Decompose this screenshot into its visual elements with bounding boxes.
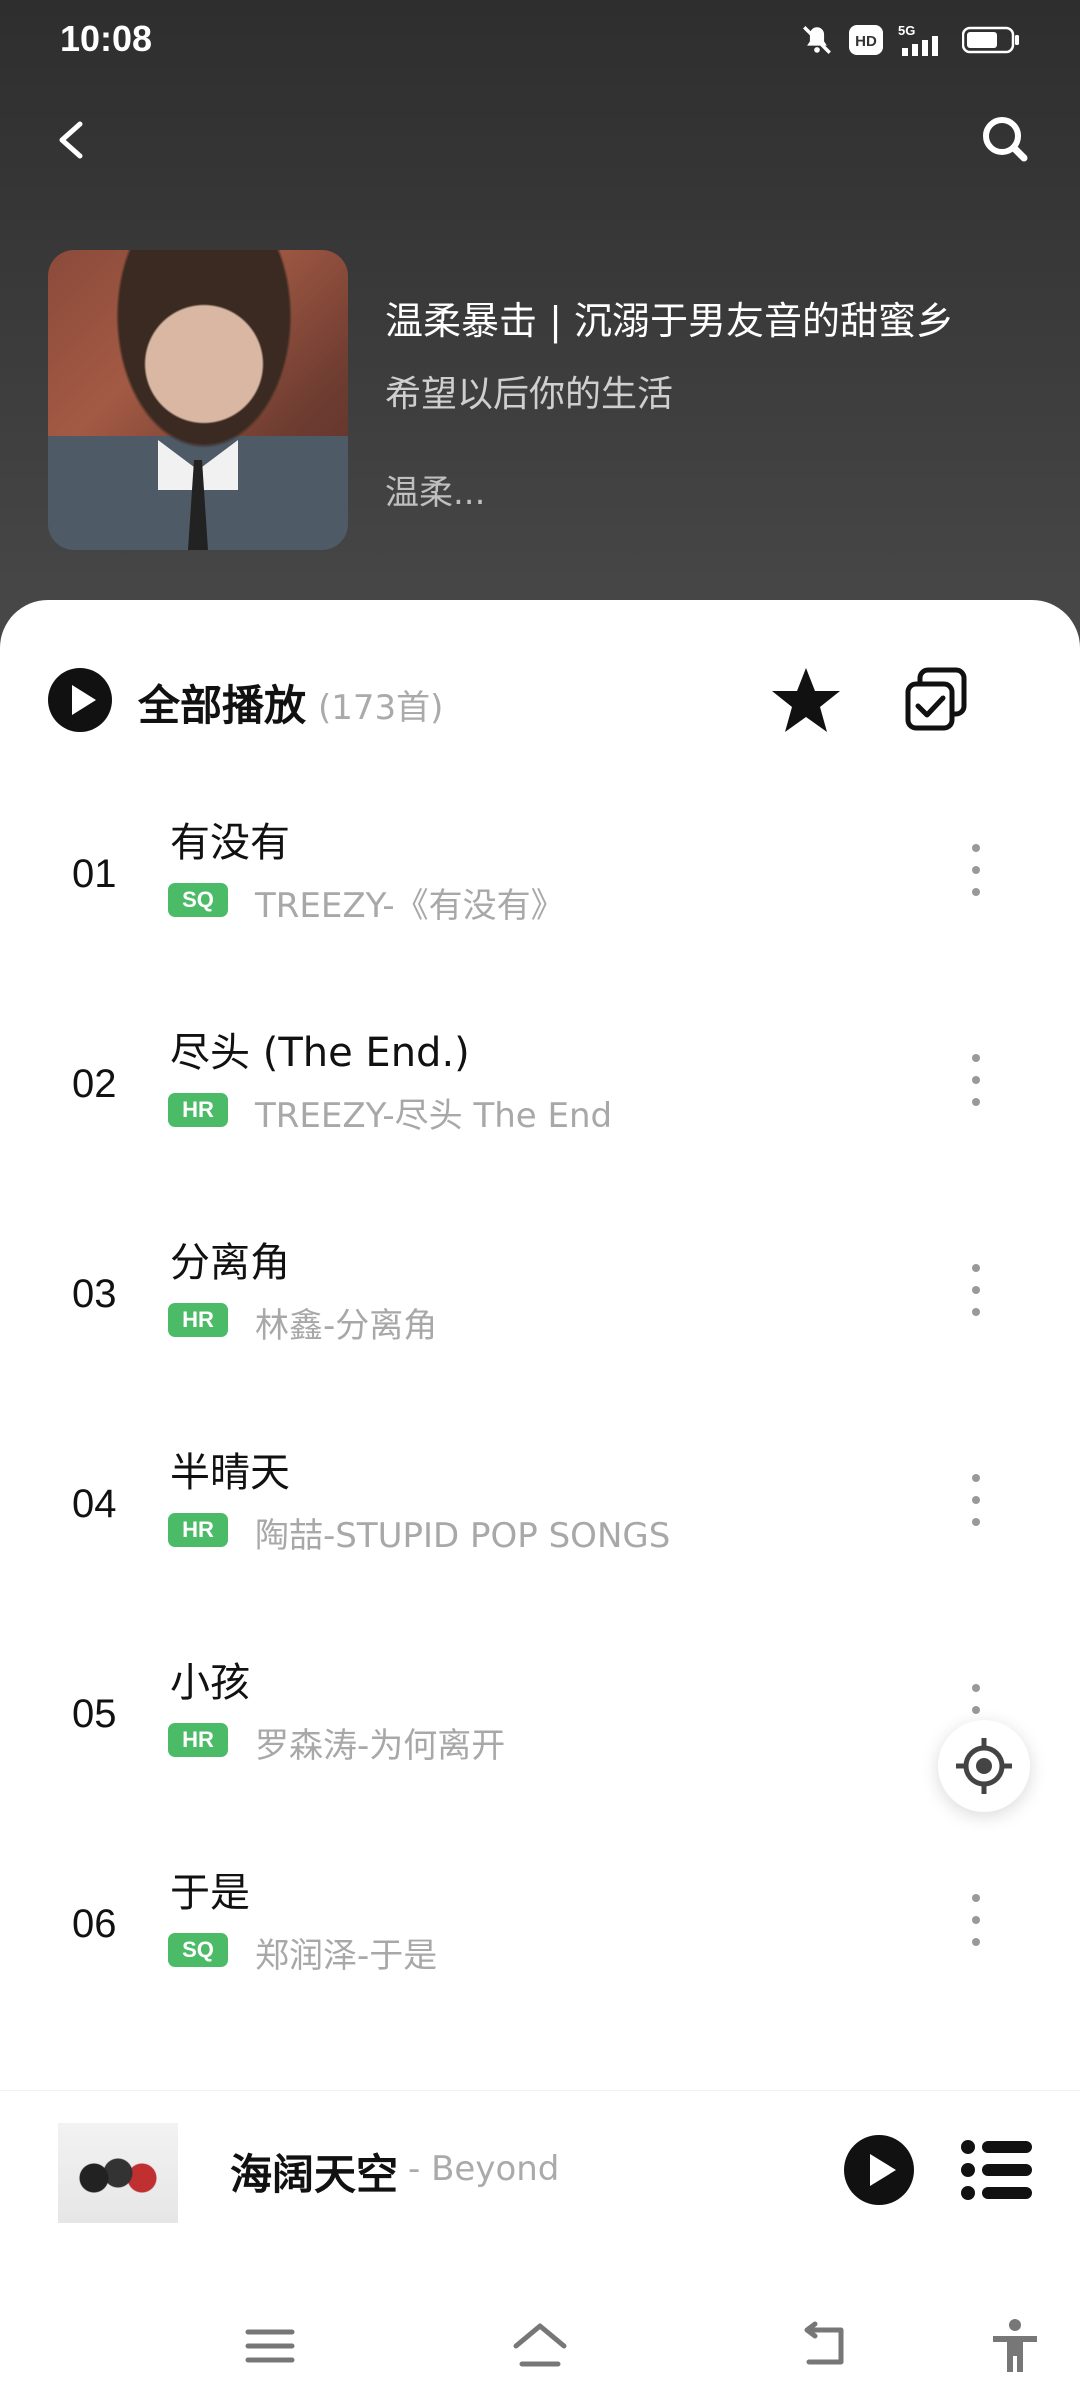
song-row[interactable]: 05 小孩 HR 罗森涛-为何离开 — [0, 1610, 1080, 1820]
back-nav-icon[interactable] — [795, 2316, 855, 2376]
playlist-title[interactable]: 温柔暴击 | 沉溺于男友音的甜蜜乡 — [385, 290, 954, 345]
play-all-button[interactable] — [48, 668, 112, 732]
battery-icon — [962, 26, 1019, 54]
mute-bell-icon — [803, 26, 831, 54]
song-artist-album: TREEZY-尽头 The End — [255, 1096, 613, 1136]
status-bar: 10:08 HD 5G — [0, 0, 1080, 80]
song-artist-album: 林鑫-分离角 — [255, 1306, 438, 1346]
more-options-icon[interactable] — [960, 1460, 992, 1540]
5g-signal-icon: 5G — [898, 23, 938, 56]
song-row[interactable]: 06 于是 SQ 郑润泽-于是 — [0, 1820, 1080, 2030]
playlist-tag[interactable]: 温柔... — [385, 465, 485, 514]
star-icon — [772, 668, 840, 732]
play-queue-button[interactable] — [960, 2137, 1034, 2203]
song-list: 01 有没有 SQ TREEZY-《有没有》 02 尽头 (The End.) … — [0, 770, 1080, 2030]
multi-select-icon — [905, 667, 967, 731]
more-options-icon[interactable] — [960, 1250, 992, 1330]
more-options-icon[interactable] — [960, 1880, 992, 1960]
song-title: 半晴天 — [170, 1450, 290, 1496]
song-row[interactable]: 01 有没有 SQ TREEZY-《有没有》 — [0, 770, 1080, 980]
mini-play-button[interactable] — [844, 2135, 914, 2205]
playlist-cover[interactable] — [48, 250, 348, 550]
network-label: 5G — [898, 23, 915, 38]
more-options-icon[interactable] — [960, 1040, 992, 1120]
locate-icon — [956, 1738, 1012, 1794]
song-index: 03 — [72, 1272, 117, 1316]
song-artist-album: 陶喆-STUPID POP SONGS — [255, 1516, 671, 1556]
song-row[interactable]: 03 分离角 HR 林鑫-分离角 — [0, 1190, 1080, 1400]
multi-select-button[interactable] — [900, 664, 972, 736]
status-time: 10:08 — [60, 18, 153, 59]
quality-badge: HR — [168, 1093, 228, 1127]
quality-badge: HR — [168, 1513, 228, 1547]
song-index: 05 — [72, 1692, 117, 1736]
song-title: 尽头 (The End.) — [170, 1030, 470, 1076]
status-icons: HD 5G — [800, 20, 1020, 60]
song-title: 有没有 — [170, 820, 290, 866]
back-arrow-icon — [59, 121, 83, 159]
playlist-description[interactable]: 希望以后你的生活 — [385, 365, 673, 417]
song-index: 02 — [72, 1062, 117, 1106]
now-playing-title[interactable]: 海阔天空 — [230, 2141, 398, 2202]
song-artist-album: 罗森涛-为何离开 — [255, 1726, 506, 1766]
song-row[interactable]: 02 尽头 (The End.) HR TREEZY-尽头 The End — [0, 980, 1080, 1190]
back-button[interactable] — [40, 108, 104, 172]
quality-badge: HR — [168, 1723, 228, 1757]
locate-current-button[interactable] — [938, 1720, 1030, 1812]
play-all-bar: 全部播放 (173首) — [0, 660, 1080, 740]
song-count: (173首) — [318, 688, 444, 728]
hd-label: HD — [855, 33, 877, 50]
top-nav — [0, 100, 1080, 180]
song-artist-album: TREEZY-《有没有》 — [255, 886, 565, 926]
search-icon — [983, 117, 1028, 162]
favorite-button[interactable] — [770, 664, 842, 736]
quality-badge: HR — [168, 1303, 228, 1337]
hd-icon: HD — [849, 25, 883, 55]
quality-badge: SQ — [168, 883, 228, 917]
search-button[interactable] — [960, 108, 1040, 172]
system-navigation-bar — [0, 2290, 1080, 2400]
mini-player[interactable]: 海阔天空 - Beyond — [0, 2090, 1080, 2250]
accessibility-icon[interactable] — [985, 2316, 1045, 2376]
now-playing-artist[interactable]: - Beyond — [408, 2149, 559, 2189]
more-options-icon[interactable] — [960, 830, 992, 910]
quality-badge: SQ — [168, 1933, 228, 1967]
song-artist-album: 郑润泽-于是 — [255, 1936, 438, 1976]
play-queue-icon — [961, 2140, 1032, 2200]
song-row[interactable]: 04 半晴天 HR 陶喆-STUPID POP SONGS — [0, 1400, 1080, 1610]
song-title: 分离角 — [170, 1240, 290, 1286]
now-playing-cover[interactable] — [58, 2123, 178, 2223]
song-index: 04 — [72, 1482, 117, 1526]
menu-icon[interactable] — [240, 2316, 300, 2376]
home-icon[interactable] — [510, 2316, 570, 2376]
song-index: 06 — [72, 1902, 117, 1946]
song-sheet: 全部播放 (173首) 01 有没有 SQ TREEZY-《有没有》 02 尽头… — [0, 600, 1080, 2120]
play-all-label[interactable]: 全部播放 — [138, 672, 306, 733]
song-title: 小孩 — [170, 1660, 250, 1706]
song-index: 01 — [72, 852, 117, 896]
song-title: 于是 — [170, 1870, 250, 1916]
playlist-info: 温柔暴击 | 沉溺于男友音的甜蜜乡 希望以后你的生活 温柔... — [48, 250, 1038, 550]
